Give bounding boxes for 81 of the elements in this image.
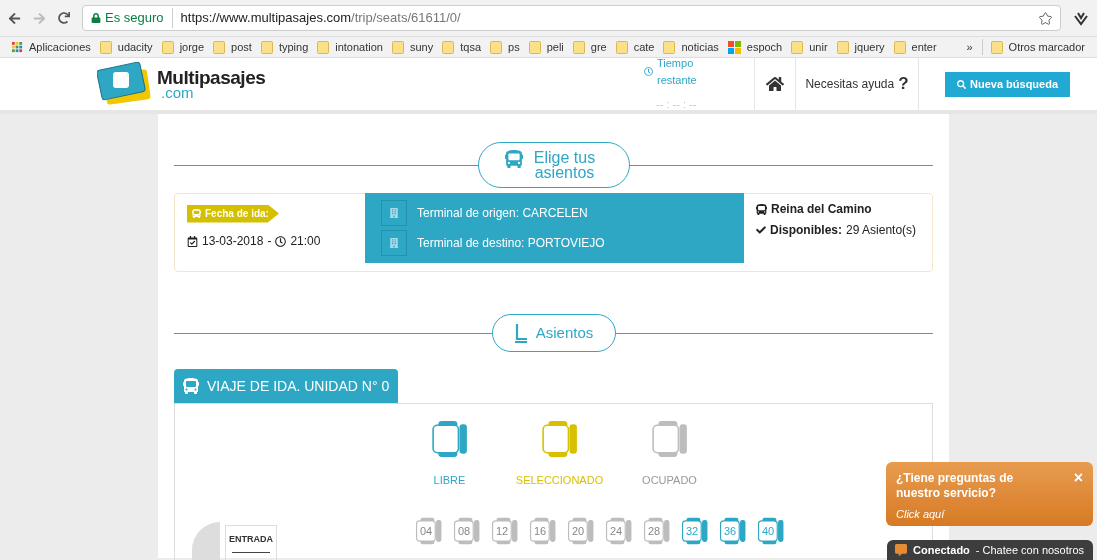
legend-label: LIBRE — [433, 473, 466, 488]
bookmarks-overflow[interactable]: » — [966, 38, 973, 56]
folder-icon — [213, 40, 226, 54]
star-icon[interactable] — [1039, 11, 1052, 25]
folder-icon — [791, 40, 804, 54]
separator: - — [267, 233, 272, 250]
bookmark[interactable]: noticias — [663, 38, 719, 56]
trip-time: 21:00 — [290, 233, 321, 250]
url-path: /trip/seats/61611/0/ — [351, 9, 461, 28]
seat-icon — [513, 323, 528, 343]
bus-icon — [505, 150, 523, 168]
available-seats: 29 Asiento(s) — [846, 221, 917, 239]
folder-icon — [836, 40, 849, 54]
trip-date: 13-03-2018 — [202, 233, 264, 250]
security-label: Es seguro — [105, 8, 173, 28]
back-icon[interactable] — [8, 11, 21, 25]
company-name: Reina del Camino — [771, 201, 872, 218]
bookmark[interactable]: typing — [260, 38, 309, 56]
address-bar[interactable]: Es seguro https://www.multipasajes.com/trip/seats/61611/0/ — [82, 5, 1061, 31]
bookmark[interactable]: Otros marcador — [981, 38, 1085, 56]
chat-question: ¿Tiene preguntas de nuestro servicio? — [896, 471, 1015, 501]
bookmark[interactable]: post — [213, 38, 252, 56]
reload-icon[interactable] — [58, 12, 70, 24]
folder-icon — [317, 40, 330, 54]
folder-icon — [572, 40, 585, 54]
available-label: Disponibles: — [770, 222, 842, 239]
bookmark[interactable]: peli — [528, 38, 564, 56]
bookmark[interactable]: gre — [572, 38, 607, 56]
chat-bar[interactable]: Conectado - Chatee con nosotros — [887, 540, 1093, 560]
terminal-label: Terminal de origen: CARCELEN — [417, 205, 588, 222]
date-tag: Fecha de ida: — [187, 204, 279, 223]
bookmark[interactable]: cate — [615, 38, 655, 56]
site-logo[interactable]: Multipasajes .com — [97, 58, 266, 110]
bookmark[interactable]: tqsa — [442, 38, 481, 56]
tiles-icon — [727, 40, 741, 54]
building-icon — [381, 200, 407, 226]
entrance-sign: ENTRADA — [225, 525, 277, 560]
chat-status: Conectado — [913, 542, 970, 558]
bookmark[interactable]: ps — [490, 38, 520, 56]
apps-icon — [12, 41, 23, 53]
bookmark[interactable]: jquery — [836, 38, 885, 56]
bookmark[interactable]: Aplicaciones — [12, 38, 91, 56]
folder-icon — [615, 40, 628, 54]
bookmark[interactable]: enter — [893, 38, 937, 56]
chat-status-text: - Chatee con nosotros — [975, 542, 1085, 558]
folder-icon — [161, 40, 174, 54]
bus-icon — [756, 203, 767, 215]
home-icon[interactable] — [766, 75, 784, 93]
seat-icon[interactable] — [430, 420, 469, 458]
url-host: https://www.multipasajes.com — [180, 9, 352, 28]
legend-label: OCUPADO — [642, 473, 697, 488]
bookmark[interactable]: espoch — [727, 38, 783, 56]
folder-icon — [260, 40, 273, 54]
chat-icon — [895, 544, 907, 556]
help-link[interactable]: Necesitas ayuda ? — [796, 58, 919, 110]
folder-icon — [893, 40, 906, 54]
folder-icon — [391, 40, 404, 54]
bookmark[interactable]: unir — [791, 38, 828, 56]
bookmark[interactable]: intonation — [317, 38, 383, 56]
folder-icon — [99, 40, 112, 54]
clock-icon — [275, 235, 287, 247]
clock-icon — [644, 67, 653, 77]
folder-icon — [528, 40, 541, 54]
folder-icon — [990, 40, 1003, 54]
bus-icon — [192, 209, 201, 218]
bookmark[interactable]: jorge — [161, 38, 205, 56]
search-icon — [957, 79, 966, 89]
folder-icon — [490, 40, 502, 54]
folder-icon — [442, 40, 455, 54]
extension-icon[interactable] — [1073, 10, 1089, 26]
bookmark[interactable]: udacity — [99, 38, 153, 56]
terminal-label: Terminal de destino: PORTOVIEJO — [417, 235, 605, 252]
timer: Tiempo restante -- : -- : -- — [644, 58, 744, 110]
calendar-icon — [187, 235, 198, 247]
legend-label: SELECCIONADO — [515, 473, 604, 488]
lock-icon — [91, 13, 101, 23]
bookmark[interactable]: suny — [391, 38, 434, 56]
building-icon — [381, 230, 407, 256]
check-icon — [756, 225, 766, 235]
bus-icon — [183, 378, 199, 394]
folder-icon — [663, 40, 676, 54]
